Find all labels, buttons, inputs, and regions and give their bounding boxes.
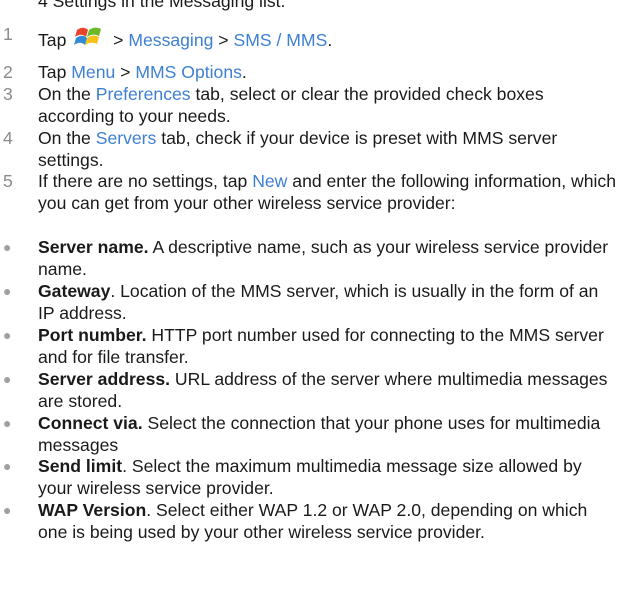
bullet-icon: ● bbox=[3, 458, 12, 474]
list-item-text: Server address. URL address of the serve… bbox=[38, 369, 608, 411]
term: Send limit bbox=[38, 456, 123, 476]
step-text: If there are no settings, tap New and en… bbox=[38, 171, 616, 213]
step-text: Tap Menu > MMS Options. bbox=[38, 62, 247, 82]
sms-mms-link[interactable]: SMS / MMS bbox=[233, 30, 327, 50]
step-number: 2 bbox=[3, 62, 13, 82]
bullet-icon: ● bbox=[3, 502, 12, 518]
messaging-link[interactable]: Messaging bbox=[128, 30, 213, 50]
list-item-text: Port number. HTTP port number used for c… bbox=[38, 325, 604, 367]
cut-off-header-text: 4 Settings in the Messaging list. bbox=[38, 0, 286, 11]
servers-tab-link[interactable]: Servers bbox=[96, 128, 157, 148]
step-text: On the Preferences tab, select or clear … bbox=[38, 84, 544, 126]
term: Gateway bbox=[38, 281, 111, 301]
bullet-icon: ● bbox=[3, 239, 12, 255]
bullet-icon: ● bbox=[3, 371, 12, 387]
step-number: 1 bbox=[3, 24, 13, 44]
mms-options-link[interactable]: MMS Options bbox=[135, 62, 242, 82]
term: Server address. bbox=[38, 369, 171, 389]
menu-link[interactable]: Menu bbox=[71, 62, 115, 82]
step-text: On the Servers tab, check if your device… bbox=[38, 128, 558, 170]
term: WAP Version bbox=[38, 500, 147, 520]
step-number: 4 bbox=[3, 128, 13, 148]
windows-start-icon[interactable] bbox=[74, 24, 104, 52]
bullet-icon: ● bbox=[3, 283, 12, 299]
list-item-text: Send limit. Select the maximum multimedi… bbox=[38, 456, 582, 498]
list-item-text: Connect via. Select the connection that … bbox=[38, 413, 601, 455]
new-link[interactable]: New bbox=[252, 171, 287, 191]
bullet-icon: ● bbox=[3, 415, 12, 431]
preferences-tab-link[interactable]: Preferences bbox=[96, 84, 191, 104]
term: Server name. bbox=[38, 237, 149, 257]
bullet-icon: ● bbox=[3, 327, 12, 343]
list-item-text: Server name. A descriptive name, such as… bbox=[38, 237, 609, 279]
step-number: 3 bbox=[3, 84, 13, 104]
list-item-text: Gateway. Location of the MMS server, whi… bbox=[38, 281, 599, 323]
step-number: 5 bbox=[3, 171, 13, 191]
term: Connect via. bbox=[38, 413, 143, 433]
list-item-text: WAP Version. Select either WAP 1.2 or WA… bbox=[38, 500, 588, 542]
term: Port number. bbox=[38, 325, 147, 345]
step-text: Tap > Messaging > SMS / MMS. bbox=[38, 24, 616, 52]
